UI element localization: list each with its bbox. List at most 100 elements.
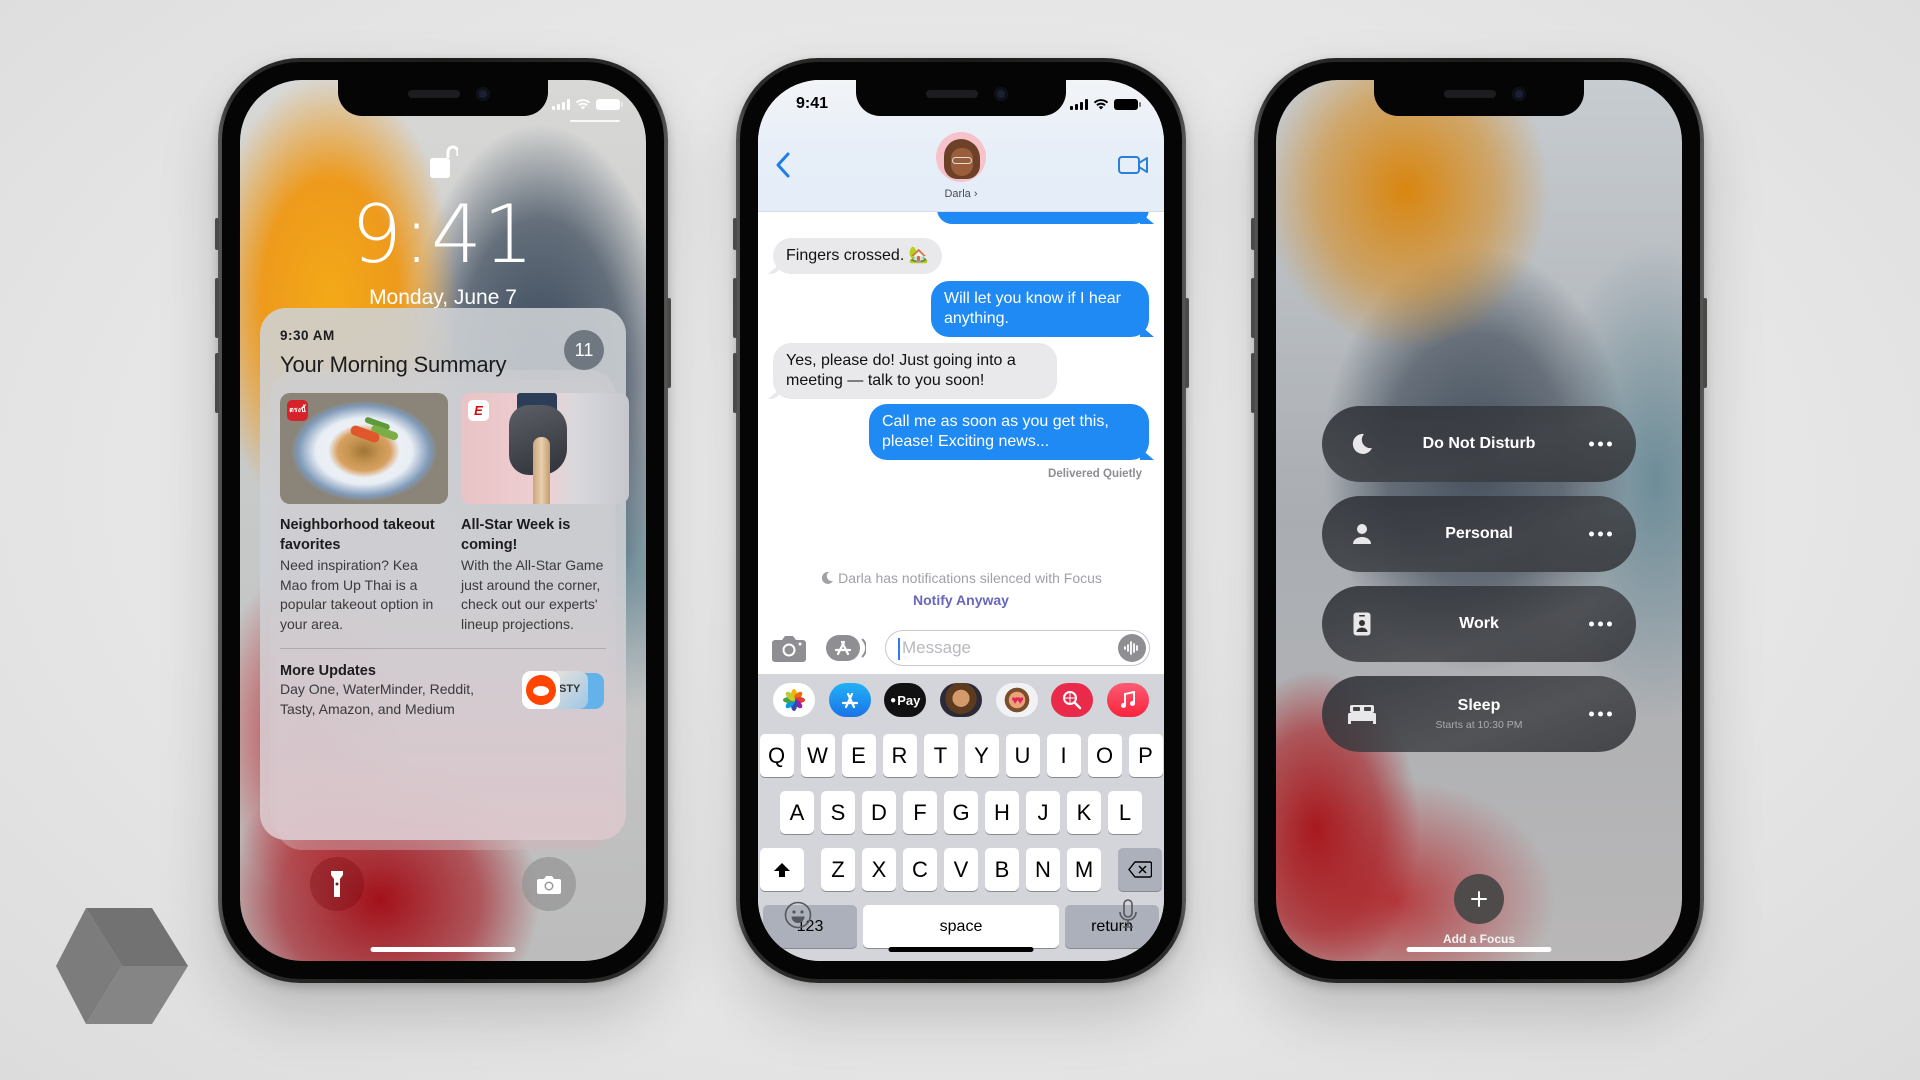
notify-anyway-button[interactable]: Notify Anyway bbox=[758, 592, 1164, 608]
battery-icon bbox=[1114, 98, 1141, 110]
key[interactable]: D bbox=[862, 791, 896, 834]
more-options-icon[interactable] bbox=[1589, 441, 1612, 447]
more-options-icon[interactable] bbox=[1589, 621, 1612, 627]
moon-icon bbox=[821, 571, 834, 584]
key[interactable]: J bbox=[1026, 791, 1060, 834]
key[interactable]: A bbox=[780, 791, 814, 834]
key[interactable]: F bbox=[903, 791, 937, 834]
message-bubble-received[interactable]: Yes, please do! Just going into a meetin… bbox=[773, 343, 1057, 399]
control-center-indicator[interactable] bbox=[570, 120, 620, 122]
flashlight-button[interactable] bbox=[310, 857, 364, 911]
mute-switch bbox=[733, 218, 737, 250]
message-input[interactable]: Message bbox=[885, 630, 1150, 666]
camera-icon[interactable] bbox=[772, 634, 806, 662]
message-bubble-sent[interactable]: Will let you know if I hear anything. bbox=[931, 281, 1149, 337]
home-indicator[interactable] bbox=[370, 947, 516, 952]
story-item[interactable]: ตรงนี้ Neighborhood takeout favorites Ne… bbox=[280, 393, 448, 634]
more-options-icon[interactable] bbox=[1589, 531, 1612, 537]
key[interactable]: Q bbox=[759, 734, 794, 777]
volume-up-button bbox=[733, 278, 737, 338]
signal-icon bbox=[552, 98, 570, 110]
focus-mode-do-not-disturb[interactable]: Do Not Disturb bbox=[1322, 406, 1636, 482]
key[interactable]: P bbox=[1128, 734, 1163, 777]
volume-up-button bbox=[215, 278, 219, 338]
key[interactable]: Y bbox=[964, 734, 999, 777]
status-time: 9:41 bbox=[796, 95, 829, 112]
key[interactable]: I bbox=[1046, 734, 1081, 777]
status-bar bbox=[552, 94, 623, 114]
notification-summary-card[interactable]: 9:30 AM Your Morning Summary 11 ตรงนี้ N… bbox=[260, 308, 629, 840]
contact-name[interactable]: Darla › bbox=[758, 188, 1164, 200]
key[interactable]: C bbox=[903, 848, 937, 891]
photos-app-icon[interactable] bbox=[772, 683, 815, 717]
summary-count-badge[interactable]: 11 bbox=[564, 330, 604, 370]
video-call-icon[interactable] bbox=[1118, 154, 1148, 176]
more-updates[interactable]: More Updates Day One, WaterMinder, Reddi… bbox=[280, 663, 606, 719]
signal-icon bbox=[1070, 98, 1088, 110]
music-app-icon[interactable] bbox=[1107, 683, 1150, 717]
back-chevron-icon[interactable] bbox=[772, 150, 796, 180]
message-bubble-received[interactable]: Fingers crossed. 🏡 bbox=[773, 238, 942, 274]
story-item[interactable]: E All-Star Week is coming! With the All-… bbox=[461, 393, 629, 634]
apple-pay-app-icon[interactable]: ● Pay bbox=[884, 683, 927, 717]
key[interactable]: T bbox=[923, 734, 958, 777]
shift-key[interactable] bbox=[760, 848, 804, 891]
message-input-placeholder: Message bbox=[902, 638, 971, 657]
key[interactable]: R bbox=[882, 734, 917, 777]
key[interactable]: K bbox=[1067, 791, 1101, 834]
iphone-messages: 9:41 Darla › submitted! Fingers crossed.… bbox=[733, 58, 1189, 983]
notch bbox=[1374, 80, 1584, 116]
waveform-icon bbox=[1124, 641, 1138, 655]
animoji-stickers-app-icon[interactable]: ♥♥ bbox=[995, 683, 1038, 717]
add-focus-label: Add a Focus bbox=[1442, 932, 1515, 946]
focus-mode-personal[interactable]: Personal bbox=[1322, 496, 1636, 572]
camera-button[interactable] bbox=[522, 857, 576, 911]
key[interactable]: S bbox=[821, 791, 855, 834]
volume-down-button bbox=[215, 353, 219, 413]
home-indicator[interactable] bbox=[888, 947, 1034, 952]
keyboard-row-2: ASDFGHJKL bbox=[758, 791, 1164, 834]
focus-mode-work[interactable]: Work bbox=[1322, 586, 1636, 662]
volume-down-button bbox=[1251, 353, 1255, 413]
key[interactable]: E bbox=[841, 734, 876, 777]
iphone-lock-screen: 9:41 Monday, June 7 9:30 AM Your Morning… bbox=[215, 58, 671, 983]
key[interactable]: M bbox=[1067, 848, 1101, 891]
home-indicator[interactable] bbox=[1406, 947, 1552, 952]
key[interactable]: W bbox=[800, 734, 835, 777]
status-bar bbox=[1070, 94, 1141, 114]
dictation-microphone-icon[interactable] bbox=[1118, 899, 1138, 929]
audio-message-button[interactable] bbox=[1118, 634, 1146, 662]
delete-key[interactable] bbox=[1118, 848, 1162, 891]
keyboard-row-3: ZXCVBNM bbox=[758, 848, 1164, 891]
unlocked-padlock-icon bbox=[430, 145, 458, 178]
key[interactable]: O bbox=[1087, 734, 1122, 777]
key[interactable]: G bbox=[944, 791, 978, 834]
memoji-app-icon[interactable] bbox=[939, 683, 982, 717]
app-store-drawer-icon[interactable] bbox=[826, 633, 866, 663]
key[interactable]: Z bbox=[821, 848, 855, 891]
story-body: With the All-Star Game just around the c… bbox=[461, 557, 604, 632]
more-updates-body: Day One, WaterMinder, Reddit, Tasty, Ama… bbox=[280, 681, 475, 717]
reddit-app-icon bbox=[522, 671, 560, 709]
key[interactable]: H bbox=[985, 791, 1019, 834]
contact-avatar[interactable] bbox=[936, 132, 986, 182]
more-options-icon[interactable] bbox=[1589, 711, 1612, 717]
key[interactable]: L bbox=[1108, 791, 1142, 834]
key[interactable]: N bbox=[1026, 848, 1060, 891]
add-focus-button[interactable] bbox=[1454, 874, 1504, 924]
web-images-search-app-icon[interactable] bbox=[1051, 683, 1094, 717]
focus-notice: Darla has notifications silenced with Fo… bbox=[758, 570, 1164, 586]
emoji-icon[interactable] bbox=[784, 901, 812, 929]
app-store-app-icon[interactable] bbox=[828, 683, 871, 717]
summary-time: 9:30 AM bbox=[280, 328, 335, 343]
focus-mode-sleep[interactable]: Sleep Starts at 10:30 PM bbox=[1322, 676, 1636, 752]
baseball-bat-glove-image: E bbox=[461, 393, 629, 504]
key[interactable]: V bbox=[944, 848, 978, 891]
keyboard-area: ● Pay ♥♥ QWERTYUIOP ASDFGHJKL ZXCVBNM 12… bbox=[758, 674, 1164, 961]
battery-icon bbox=[596, 98, 623, 110]
key[interactable]: X bbox=[862, 848, 896, 891]
summary-stories: ตรงนี้ Neighborhood takeout favorites Ne… bbox=[280, 393, 629, 634]
key[interactable]: U bbox=[1005, 734, 1040, 777]
key[interactable]: B bbox=[985, 848, 1019, 891]
message-bubble-sent[interactable]: Call me as soon as you get this, please!… bbox=[869, 404, 1149, 460]
